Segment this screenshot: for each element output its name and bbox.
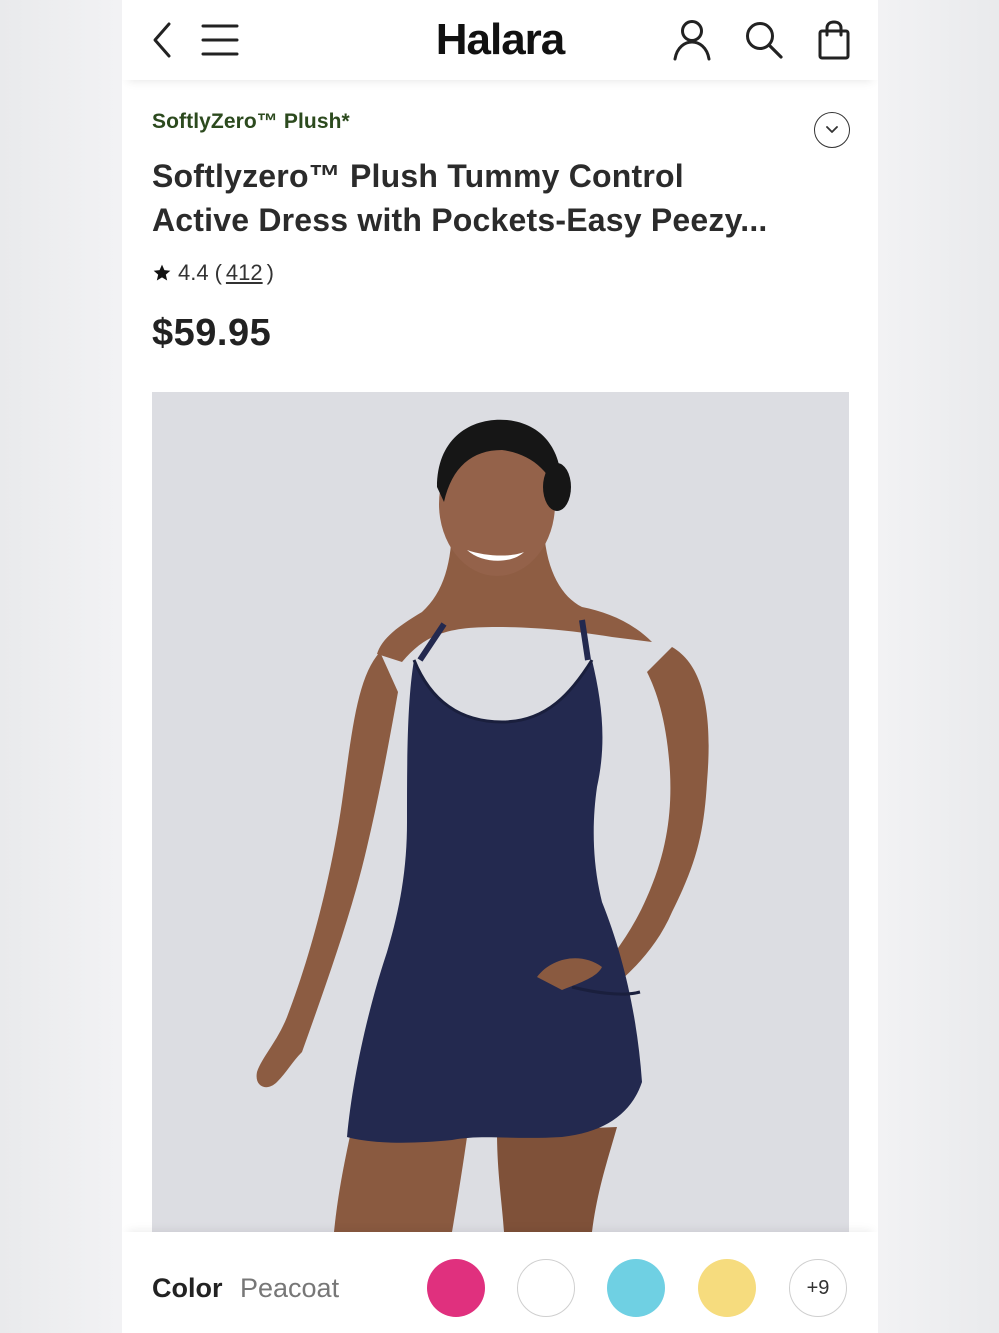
- product-rating: 4.4 ( 412 ): [152, 258, 274, 288]
- color-swatch-sky-blue[interactable]: [607, 1259, 665, 1317]
- rating-score: 4.4: [178, 260, 209, 285]
- color-swatch-white[interactable]: [517, 1259, 575, 1317]
- model-photo: [152, 392, 849, 1232]
- color-label: Color: [152, 1273, 223, 1303]
- product-price: $59.95: [152, 312, 272, 354]
- top-nav-bar: Halara: [122, 0, 878, 80]
- account-button[interactable]: [666, 14, 718, 66]
- product-title-line-1: Softlyzero™ Plush Tummy Control: [152, 158, 684, 194]
- page-background: Halara SoftlyZero™ Plush* Softlyzero™ Pl…: [0, 0, 999, 1333]
- rating-paren-open: (: [214, 260, 222, 285]
- product-title: Softlyzero™ Plush Tummy Control Active D…: [152, 154, 812, 242]
- color-swatch-yellow[interactable]: [698, 1259, 756, 1317]
- rating-paren-close: ): [266, 260, 274, 285]
- more-colors-button[interactable]: +9: [789, 1259, 847, 1317]
- chevron-down-icon: [826, 126, 838, 133]
- search-button[interactable]: [738, 14, 790, 66]
- color-swatch-pink[interactable]: [427, 1259, 485, 1317]
- bag-icon: [818, 20, 850, 60]
- collection-link[interactable]: SoftlyZero™ Plush*: [152, 110, 350, 134]
- shopping-bag-button[interactable]: [808, 14, 860, 66]
- product-page: Halara SoftlyZero™ Plush* Softlyzero™ Pl…: [122, 0, 878, 1333]
- search-icon: [746, 22, 783, 59]
- star-icon: [152, 263, 172, 283]
- expand-details-button[interactable]: [814, 112, 850, 148]
- selected-color-name: Peacoat: [240, 1273, 340, 1303]
- product-title-line-2: Active Dress with Pockets-Easy Peezy...: [152, 202, 768, 238]
- review-count-link[interactable]: 412: [226, 260, 263, 286]
- product-image[interactable]: [152, 392, 849, 1232]
- color-selector: Color Peacoat +9: [122, 1232, 878, 1333]
- account-icon: [673, 20, 711, 61]
